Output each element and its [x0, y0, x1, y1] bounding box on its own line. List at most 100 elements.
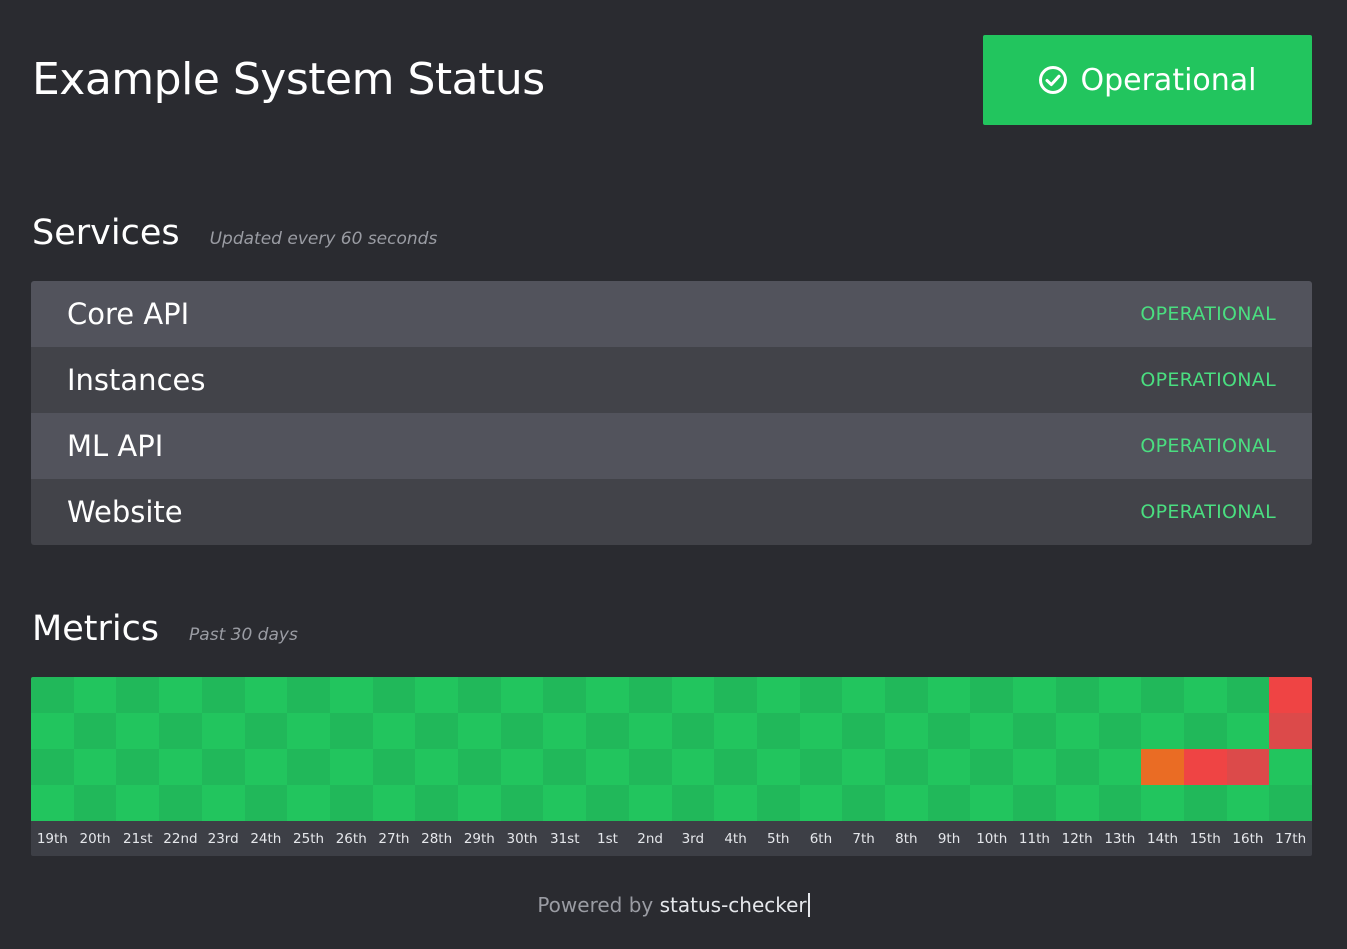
heatmap-cell[interactable]	[1226, 677, 1270, 713]
heatmap-cell[interactable]	[458, 713, 501, 749]
heatmap-cell[interactable]	[543, 785, 587, 821]
heatmap-cell[interactable]	[671, 713, 715, 749]
heatmap-cell[interactable]	[586, 785, 629, 821]
heatmap-cell[interactable]	[799, 677, 843, 713]
heatmap-cell[interactable]	[73, 677, 117, 713]
heatmap-cell[interactable]	[756, 785, 800, 821]
heatmap-cell[interactable]	[329, 785, 373, 821]
heatmap-cell[interactable]	[1013, 713, 1056, 749]
heatmap-cell[interactable]	[756, 749, 800, 785]
heatmap-cell[interactable]	[500, 785, 544, 821]
service-row[interactable]: Website OPERATIONAL	[31, 479, 1312, 545]
heatmap-cell[interactable]	[1183, 785, 1227, 821]
heatmap-cell[interactable]	[415, 713, 458, 749]
heatmap-cell[interactable]	[714, 677, 757, 713]
heatmap-cell[interactable]	[927, 677, 971, 713]
heatmap-cell[interactable]	[201, 677, 245, 713]
heatmap-cell[interactable]	[500, 713, 544, 749]
heatmap-cell[interactable]	[1141, 749, 1184, 785]
heatmap-cell[interactable]	[372, 785, 416, 821]
heatmap-cell[interactable]	[1098, 713, 1142, 749]
heatmap-cell[interactable]	[458, 677, 501, 713]
heatmap-cell[interactable]	[671, 785, 715, 821]
heatmap-cell[interactable]	[1226, 785, 1270, 821]
heatmap-cell[interactable]	[628, 785, 672, 821]
heatmap-cell[interactable]	[31, 677, 74, 713]
heatmap-cell[interactable]	[329, 677, 373, 713]
heatmap-cell[interactable]	[1013, 785, 1056, 821]
heatmap-cell[interactable]	[329, 749, 373, 785]
heatmap-cell[interactable]	[159, 713, 202, 749]
heatmap-cell[interactable]	[1141, 677, 1184, 713]
heatmap-cell[interactable]	[500, 677, 544, 713]
heatmap-cell[interactable]	[1269, 785, 1312, 821]
heatmap-cell[interactable]	[586, 749, 629, 785]
heatmap-cell[interactable]	[159, 749, 202, 785]
heatmap-cell[interactable]	[885, 749, 928, 785]
heatmap-cell[interactable]	[1226, 713, 1270, 749]
heatmap-cell[interactable]	[73, 749, 117, 785]
heatmap-cell[interactable]	[73, 785, 117, 821]
heatmap-cell[interactable]	[842, 749, 885, 785]
heatmap-cell[interactable]	[31, 713, 74, 749]
heatmap-cell[interactable]	[1098, 785, 1142, 821]
heatmap-cell[interactable]	[628, 749, 672, 785]
heatmap-cell[interactable]	[970, 785, 1014, 821]
heatmap-cell[interactable]	[1269, 749, 1312, 785]
heatmap-cell[interactable]	[714, 713, 757, 749]
footer-link[interactable]: status-checker	[659, 893, 810, 917]
heatmap-cell[interactable]	[73, 713, 117, 749]
heatmap-cell[interactable]	[1269, 677, 1312, 713]
heatmap-cell[interactable]	[543, 749, 587, 785]
heatmap-cell[interactable]	[799, 785, 843, 821]
heatmap-cell[interactable]	[586, 677, 629, 713]
heatmap-cell[interactable]	[415, 677, 458, 713]
heatmap-cell[interactable]	[159, 785, 202, 821]
heatmap-cell[interactable]	[458, 749, 501, 785]
heatmap-cell[interactable]	[1226, 749, 1270, 785]
heatmap-cell[interactable]	[714, 749, 757, 785]
heatmap-cell[interactable]	[1269, 713, 1312, 749]
heatmap-cell[interactable]	[458, 785, 501, 821]
heatmap-cell[interactable]	[116, 749, 160, 785]
heatmap-cell[interactable]	[628, 677, 672, 713]
heatmap-cell[interactable]	[116, 677, 160, 713]
heatmap-cell[interactable]	[842, 677, 885, 713]
heatmap-cell[interactable]	[885, 713, 928, 749]
heatmap-cell[interactable]	[201, 785, 245, 821]
heatmap-cell[interactable]	[927, 713, 971, 749]
heatmap-cell[interactable]	[927, 749, 971, 785]
heatmap-cell[interactable]	[885, 677, 928, 713]
heatmap-cell[interactable]	[244, 749, 288, 785]
heatmap-cell[interactable]	[287, 713, 330, 749]
heatmap-cell[interactable]	[756, 713, 800, 749]
heatmap-cell[interactable]	[1141, 713, 1184, 749]
heatmap-cell[interactable]	[927, 785, 971, 821]
heatmap-cell[interactable]	[1098, 749, 1142, 785]
heatmap-cell[interactable]	[671, 749, 715, 785]
heatmap-cell[interactable]	[628, 713, 672, 749]
heatmap-cell[interactable]	[1013, 677, 1056, 713]
heatmap-cell[interactable]	[1055, 785, 1099, 821]
heatmap-cell[interactable]	[842, 785, 885, 821]
heatmap-cell[interactable]	[372, 749, 416, 785]
heatmap-cell[interactable]	[970, 749, 1014, 785]
heatmap-cell[interactable]	[116, 785, 160, 821]
overall-status-button[interactable]: Operational	[983, 35, 1312, 125]
heatmap-cell[interactable]	[1098, 677, 1142, 713]
heatmap-cell[interactable]	[1183, 677, 1227, 713]
heatmap-cell[interactable]	[287, 785, 330, 821]
heatmap-cell[interactable]	[1055, 677, 1099, 713]
heatmap-cell[interactable]	[543, 677, 587, 713]
heatmap-cell[interactable]	[1055, 713, 1099, 749]
heatmap-cell[interactable]	[1183, 749, 1227, 785]
heatmap-cell[interactable]	[1183, 713, 1227, 749]
heatmap-cell[interactable]	[159, 677, 202, 713]
heatmap-cell[interactable]	[329, 713, 373, 749]
service-row[interactable]: ML API OPERATIONAL	[31, 413, 1312, 479]
heatmap-cell[interactable]	[1141, 785, 1184, 821]
heatmap-cell[interactable]	[415, 749, 458, 785]
heatmap-cell[interactable]	[244, 677, 288, 713]
heatmap-cell[interactable]	[756, 677, 800, 713]
heatmap-cell[interactable]	[415, 785, 458, 821]
